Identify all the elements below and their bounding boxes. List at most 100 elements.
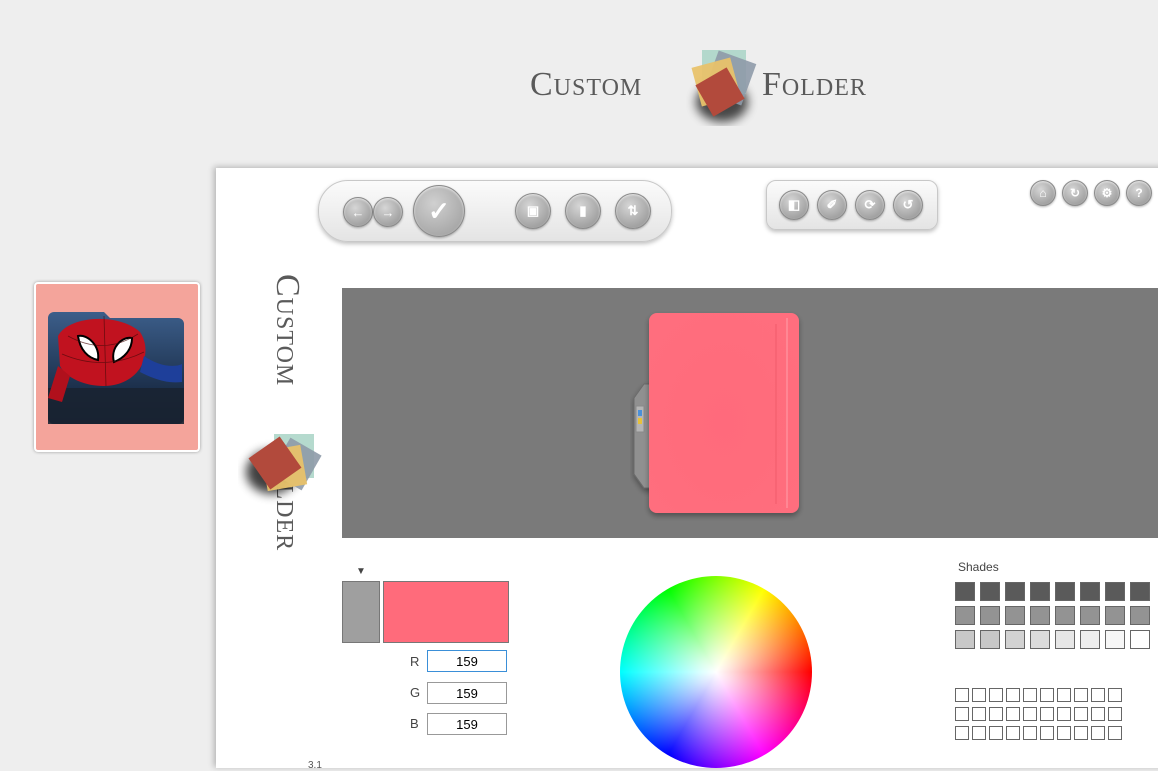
apply-button[interactable]: ✓: [413, 185, 465, 237]
help-button[interactable]: ?: [1126, 180, 1152, 206]
custom-color-slot[interactable]: [972, 707, 986, 721]
custom-color-slot[interactable]: [1040, 688, 1054, 702]
shade-swatch[interactable]: [1030, 606, 1050, 625]
custom-color-slot[interactable]: [1074, 707, 1088, 721]
shade-swatch[interactable]: [1055, 606, 1075, 625]
help-icon: ?: [1135, 186, 1143, 200]
custom-color-slot[interactable]: [1091, 707, 1105, 721]
version-label: 3.1: [308, 760, 322, 771]
main-toolbar: ← → ✓ ▣ ▮ ⇅: [318, 180, 672, 242]
shade-swatch[interactable]: [1080, 606, 1100, 625]
custom-color-slot[interactable]: [1023, 688, 1037, 702]
custom-color-slot[interactable]: [989, 707, 1003, 721]
tools-toolbar: ◧ ✐ ⟳ ↺: [766, 180, 938, 230]
bookmark-button[interactable]: ▮: [565, 193, 601, 229]
shade-swatch[interactable]: [1030, 582, 1050, 601]
folder-stack-icon: [691, 50, 757, 122]
b-label: B: [410, 716, 419, 731]
logo-word-folder: Folder: [762, 66, 867, 103]
b-input[interactable]: [427, 713, 507, 735]
shade-swatch[interactable]: [1080, 630, 1100, 649]
home-icon: ⌂: [1039, 186, 1047, 200]
custom-color-slot[interactable]: [1074, 726, 1088, 740]
home-button[interactable]: ⌂: [1030, 180, 1056, 206]
custom-color-slot[interactable]: [1040, 726, 1054, 740]
custom-color-slot[interactable]: [989, 726, 1003, 740]
previous-color-swatch[interactable]: [342, 581, 380, 643]
custom-color-slot[interactable]: [955, 688, 969, 702]
shade-swatch[interactable]: [955, 630, 975, 649]
gear-icon: ⚙: [1101, 186, 1113, 200]
shade-swatch[interactable]: [980, 606, 1000, 625]
history-dropdown-icon[interactable]: ▼: [356, 566, 366, 577]
folder-preview: [342, 288, 1158, 538]
custom-color-slot[interactable]: [955, 726, 969, 740]
shade-swatch[interactable]: [1055, 630, 1075, 649]
shade-swatch[interactable]: [1130, 630, 1150, 649]
shade-swatch[interactable]: [1105, 630, 1125, 649]
bookmark-icon: ▮: [579, 203, 587, 218]
window-button[interactable]: ▣: [515, 193, 551, 229]
custom-color-slot[interactable]: [1057, 707, 1071, 721]
app-logo: Custom Folder: [530, 46, 910, 126]
shade-swatch[interactable]: [1055, 582, 1075, 601]
custom-color-slot[interactable]: [989, 688, 1003, 702]
undo-button[interactable]: ↺: [893, 190, 923, 220]
custom-color-slot[interactable]: [955, 707, 969, 721]
shade-swatch[interactable]: [955, 582, 975, 601]
g-input[interactable]: [427, 682, 507, 704]
shade-grid: [955, 582, 1150, 649]
custom-color-slot[interactable]: [1040, 707, 1054, 721]
shade-swatch[interactable]: [1005, 582, 1025, 601]
custom-color-slot[interactable]: [1057, 688, 1071, 702]
custom-color-slot[interactable]: [1006, 688, 1020, 702]
shade-swatch[interactable]: [955, 606, 975, 625]
swap-button[interactable]: ⇅: [615, 193, 651, 229]
custom-color-slot[interactable]: [972, 688, 986, 702]
vertical-logo: CustomFolder 3.1: [246, 274, 322, 771]
folder-type-button[interactable]: ◧: [779, 190, 809, 220]
shade-swatch[interactable]: [1130, 606, 1150, 625]
shade-swatch[interactable]: [1030, 630, 1050, 649]
custom-color-slot[interactable]: [1108, 707, 1122, 721]
g-label: G: [410, 685, 421, 700]
shade-swatch[interactable]: [1080, 582, 1100, 601]
custom-color-slot[interactable]: [1057, 726, 1071, 740]
color-wheel[interactable]: [620, 576, 812, 768]
custom-color-slot[interactable]: [1091, 688, 1105, 702]
checkmark-icon: ✓: [428, 195, 450, 226]
custom-color-slot[interactable]: [1023, 726, 1037, 740]
palette-button[interactable]: ✐: [817, 190, 847, 220]
refresh-button[interactable]: ↻: [1062, 180, 1088, 206]
custom-color-slot[interactable]: [1023, 707, 1037, 721]
folder-type-icon: ◧: [787, 197, 801, 212]
back-button[interactable]: ←: [343, 197, 373, 227]
custom-color-slot[interactable]: [1108, 688, 1122, 702]
shade-swatch[interactable]: [1130, 582, 1150, 601]
custom-color-slot[interactable]: [972, 726, 986, 740]
custom-color-slot[interactable]: [1074, 688, 1088, 702]
shade-swatch[interactable]: [1105, 582, 1125, 601]
shade-swatch[interactable]: [1105, 606, 1125, 625]
shades-title: Shades: [958, 560, 999, 574]
window-icon: ▣: [526, 203, 540, 218]
rotate-icon: ⟳: [864, 197, 876, 212]
logo-word-custom: Custom: [530, 66, 643, 103]
shade-swatch[interactable]: [980, 630, 1000, 649]
swap-icon: ⇅: [627, 203, 639, 218]
r-input[interactable]: [427, 650, 507, 672]
shade-swatch[interactable]: [980, 582, 1000, 601]
rotate-button[interactable]: ⟳: [855, 190, 885, 220]
custom-color-slot[interactable]: [1091, 726, 1105, 740]
folder-icon: [633, 313, 799, 513]
custom-color-slot[interactable]: [1006, 726, 1020, 740]
custom-color-slot[interactable]: [1006, 707, 1020, 721]
folder-stack-icon: [246, 434, 322, 494]
shade-swatch[interactable]: [1005, 630, 1025, 649]
custom-color-slot[interactable]: [1108, 726, 1122, 740]
settings-button[interactable]: ⚙: [1094, 180, 1120, 206]
forward-button[interactable]: →: [373, 197, 403, 227]
folder-thumbnail[interactable]: [34, 282, 200, 452]
shade-swatch[interactable]: [1005, 606, 1025, 625]
custom-color-grid: [955, 688, 1122, 740]
